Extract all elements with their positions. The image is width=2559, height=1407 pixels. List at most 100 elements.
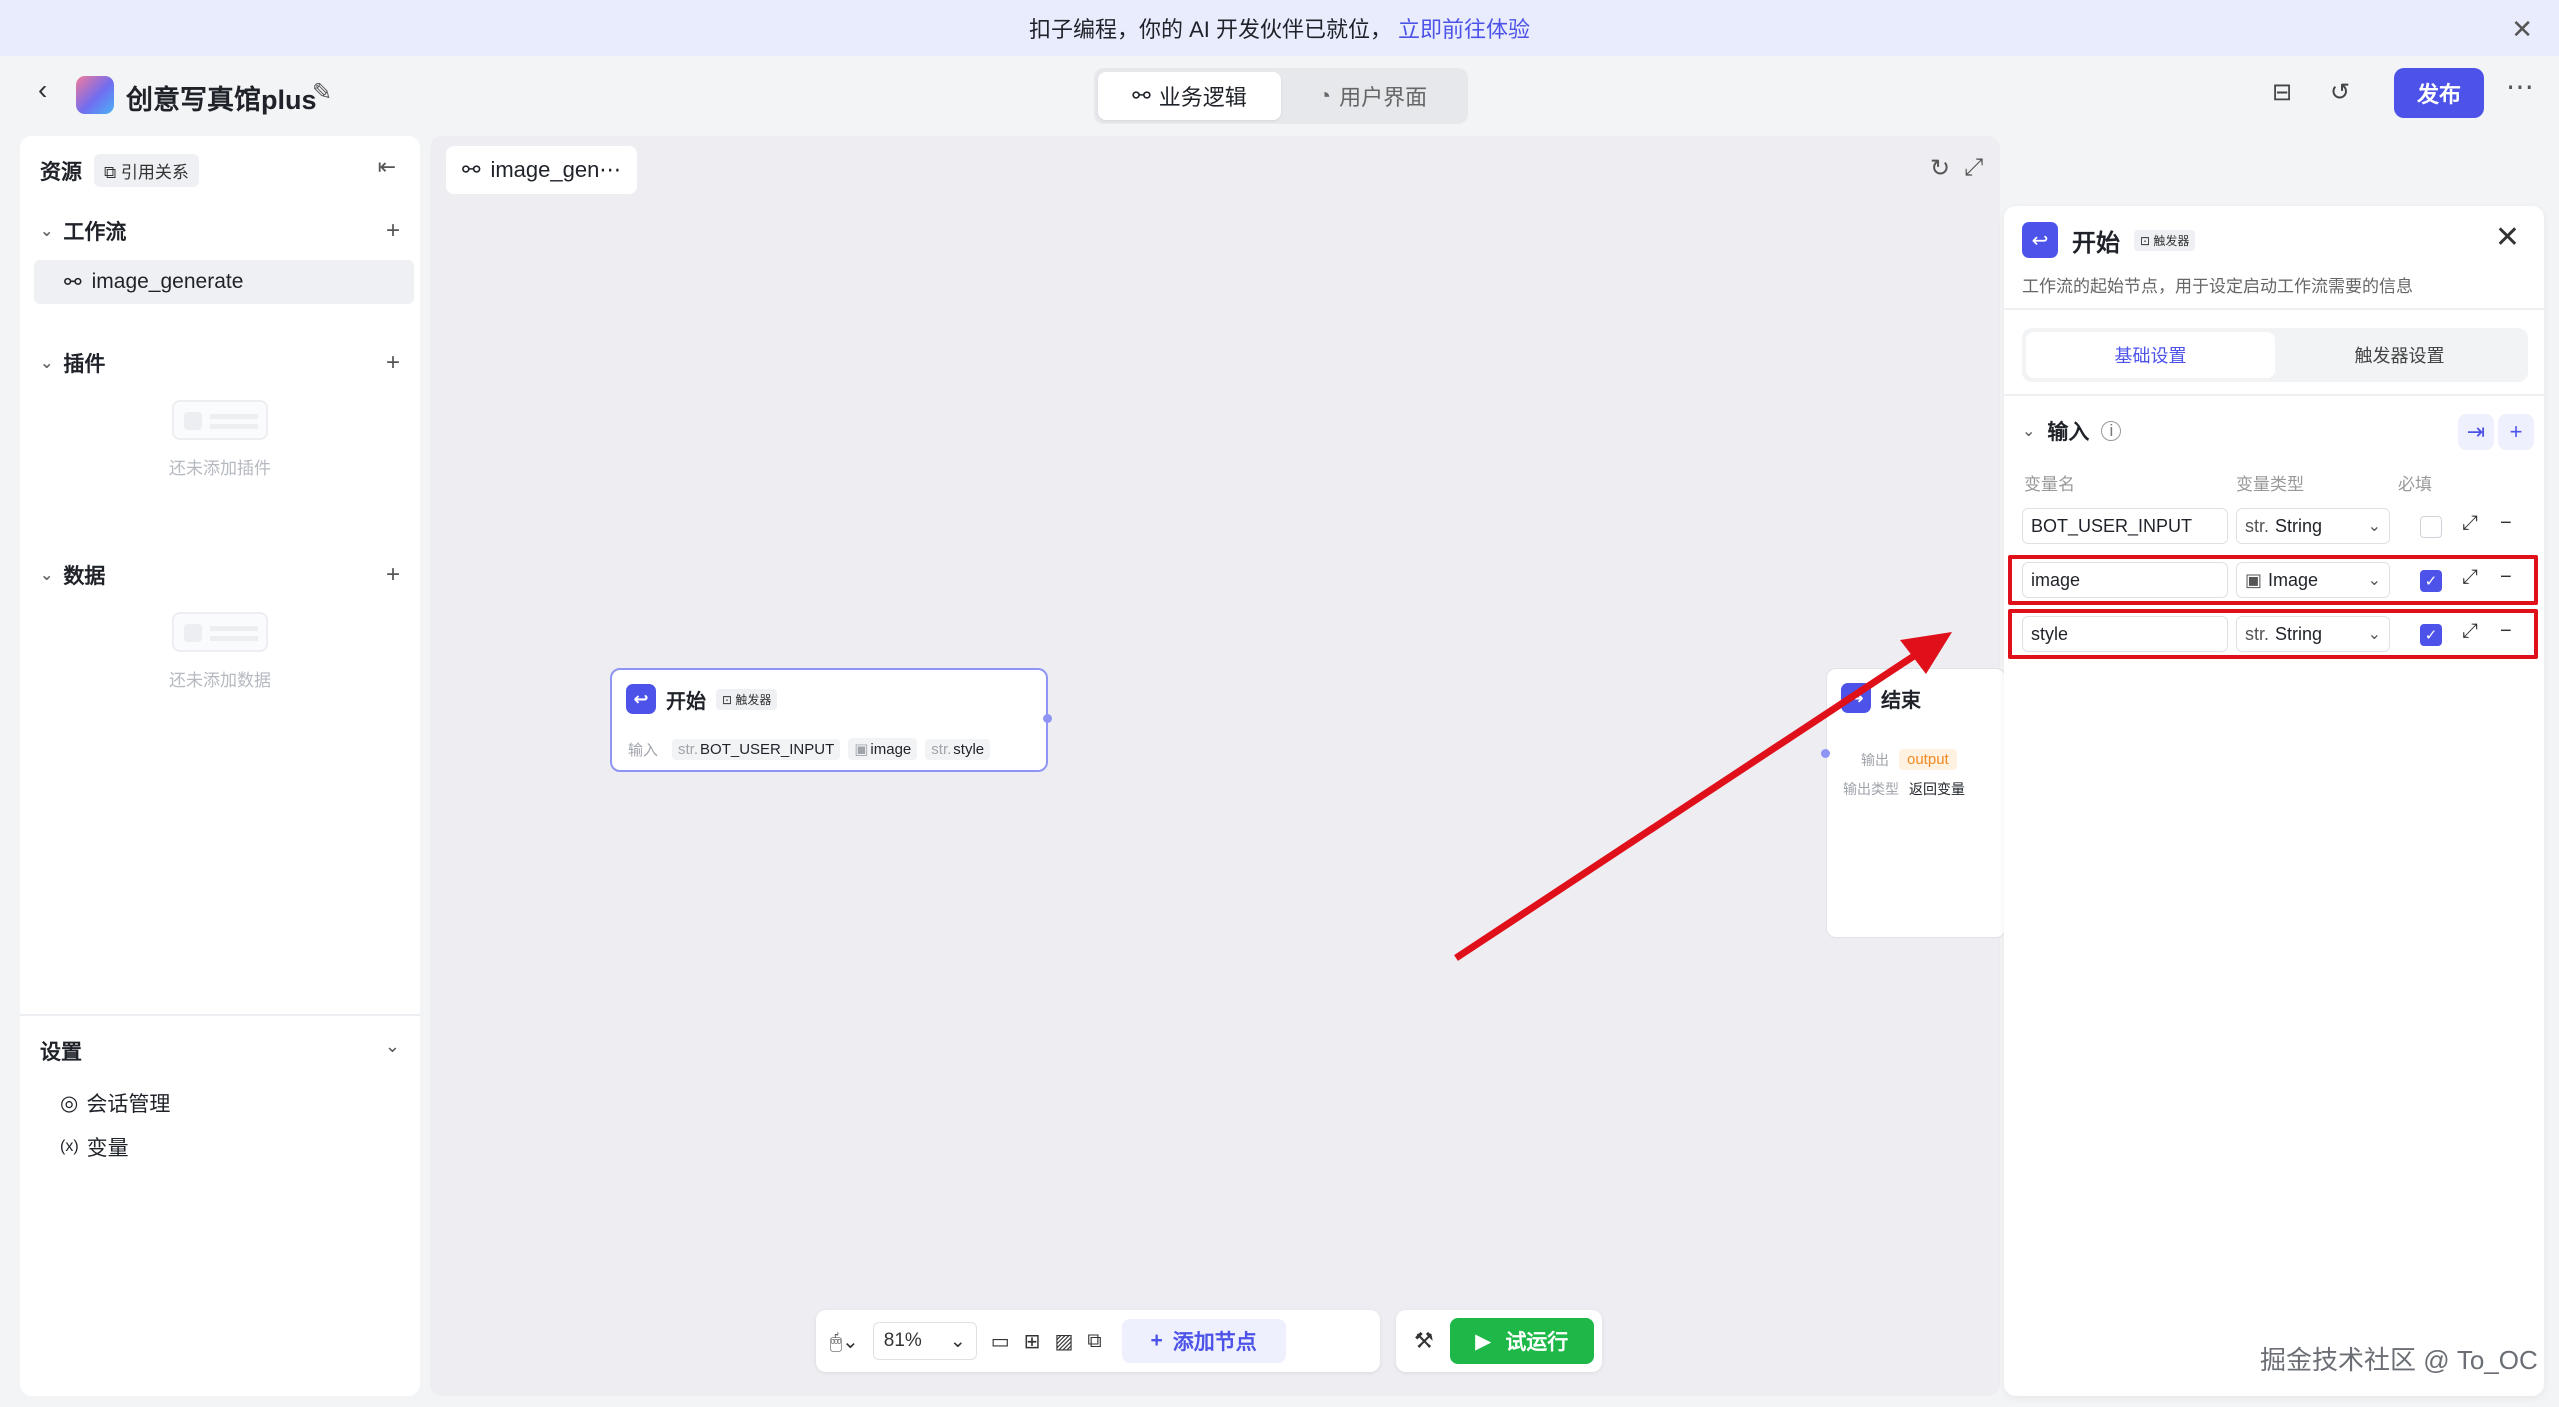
- fit-view-icon[interactable]: ⧉: [1087, 1330, 1101, 1353]
- required-checkbox[interactable]: [2420, 516, 2442, 538]
- end-node-header: ↪ 结束: [1841, 683, 1921, 713]
- zoom-select[interactable]: 81% ⌄: [872, 1322, 977, 1360]
- workflow-section: ⌄ 工作流 + ⚯ image_generate: [34, 216, 414, 304]
- add-plugin-icon[interactable]: +: [386, 349, 400, 377]
- workflow-icon: ⚯: [64, 270, 82, 294]
- col-header-required: 必填: [2398, 475, 2432, 494]
- input-section-header[interactable]: ⌄ 输入 i: [2022, 416, 2122, 446]
- tab-trigger-settings[interactable]: 触发器设置: [2275, 332, 2524, 378]
- chevron-down-icon: ⌄: [2022, 423, 2036, 440]
- play-icon: ▶: [1475, 1329, 1492, 1353]
- input-port[interactable]: [1821, 749, 1830, 758]
- add-workflow-icon[interactable]: +: [386, 217, 400, 245]
- plugin-section: ⌄ 插件 + 还未添加插件: [40, 348, 400, 479]
- output-pill: output: [1899, 749, 1957, 770]
- end-node-output-type: 输出类型 返回变量: [1843, 779, 1965, 799]
- variable-icon: (x): [60, 1138, 79, 1155]
- add-variable-button[interactable]: +: [2498, 414, 2534, 450]
- palette-icon: ◔: [1317, 83, 1332, 108]
- more-icon[interactable]: ⋯: [2506, 70, 2534, 103]
- tab-business-logic[interactable]: ⚯ 业务逻辑: [1098, 72, 1281, 120]
- info-icon[interactable]: i: [2101, 421, 2122, 441]
- tab-user-interface[interactable]: ◔ 用户界面: [1281, 72, 1464, 120]
- mouse-mode-icon[interactable]: 🖱⌄: [830, 1329, 859, 1354]
- settings-label: 设置: [40, 1041, 82, 1064]
- plugin-empty-text: 还未添加插件: [169, 459, 271, 478]
- add-node-button[interactable]: + 添加节点: [1121, 1319, 1286, 1363]
- start-node-title: 开始: [666, 690, 706, 713]
- notice-banner: 扣子编程，你的 AI 开发伙伴已就位， 立即前往体验 ✕: [0, 0, 2559, 56]
- layout-icon[interactable]: ⊞: [1024, 1329, 1041, 1354]
- collapse-sidebar-icon[interactable]: ⇤: [378, 154, 396, 180]
- variable-name-input[interactable]: BOT_USER_INPUT: [2022, 508, 2228, 544]
- resource-sidebar: 资源 ⧉ 引用关系 ⇤ ⌄ 工作流 + ⚯ image_generate ⌄ 插…: [20, 136, 420, 1396]
- settings-item-label: 变量: [86, 1137, 129, 1160]
- panel-header: ↩ 开始 ⊡ 触发器: [2022, 222, 2196, 258]
- plugin-section-header[interactable]: ⌄ 插件 +: [40, 348, 400, 378]
- close-icon[interactable]: ✕: [2511, 14, 2533, 45]
- start-node-icon: ↩: [626, 684, 656, 714]
- chevron-down-icon: ⌄: [2367, 518, 2381, 535]
- expand-icon[interactable]: ⤢: [1964, 154, 1983, 182]
- canvas-tab-label: image_gen⋯: [490, 157, 622, 182]
- archive-icon[interactable]: ⊟: [2272, 78, 2292, 107]
- input-pill: str. style: [925, 738, 991, 760]
- data-section-header[interactable]: ⌄ 数据 +: [40, 560, 400, 590]
- chevron-down-icon: ⌄: [40, 355, 54, 372]
- refresh-icon[interactable]: ↻: [1930, 154, 1950, 183]
- data-label: 数据: [63, 565, 106, 588]
- reference-button[interactable]: ⧉ 引用关系: [94, 154, 199, 187]
- test-run-button[interactable]: ▶ 试运行: [1449, 1318, 1594, 1364]
- workflow-icon: ⚯: [1132, 83, 1151, 108]
- workflow-section-header[interactable]: ⌄ 工作流 +: [40, 216, 400, 246]
- resources-title: 资源: [40, 160, 82, 184]
- history-icon[interactable]: ↺: [2330, 78, 2350, 107]
- input-pill: str. BOT_USER_INPUT: [672, 738, 841, 760]
- canvas-tab[interactable]: ⚯ image_gen⋯: [446, 146, 638, 194]
- back-icon[interactable]: ‹: [38, 74, 47, 106]
- chevron-down-icon: ⌄: [40, 567, 54, 584]
- output-port[interactable]: [1043, 714, 1052, 723]
- data-empty-text: 还未添加数据: [169, 671, 271, 690]
- input-section-label: 输入: [2047, 421, 2090, 444]
- input-label: 输入: [628, 741, 659, 759]
- debug-icon[interactable]: ⚒: [1414, 1328, 1434, 1354]
- col-header-type: 变量类型: [2236, 475, 2304, 494]
- tab-basic-settings[interactable]: 基础设置: [2026, 332, 2275, 378]
- edit-icon[interactable]: ✎: [312, 78, 332, 107]
- image-icon: ▣: [854, 741, 869, 758]
- settings-item-conversation[interactable]: ◎ 会话管理: [60, 1088, 170, 1118]
- add-node-label: 添加节点: [1172, 1331, 1257, 1354]
- banner-link[interactable]: 立即前往体验: [1398, 12, 1530, 44]
- canvas-toolbar: 🖱⌄ 81% ⌄ ▭ ⊞ ▨ ⧉ + 添加节点: [816, 1310, 1380, 1372]
- data-section: ⌄ 数据 + 还未添加数据: [40, 560, 400, 691]
- settings-header[interactable]: 设置 ⌄: [40, 1036, 400, 1066]
- plus-icon: +: [1150, 1329, 1163, 1352]
- settings-item-variables[interactable]: (x) 变量: [60, 1132, 129, 1162]
- end-node[interactable]: ↪ 结束 输出 output 输出类型 返回变量: [1821, 668, 2006, 938]
- start-node[interactable]: ↩ 开始 ⊡ 触发器 输入 str. BOT_USER_INPUT ▣ image …: [610, 668, 1052, 772]
- publish-button[interactable]: 发布: [2394, 68, 2484, 118]
- chevron-down-icon: ⌄: [40, 223, 54, 240]
- highlight-box: [2008, 609, 2538, 659]
- trigger-tag: ⊡ 触发器: [2134, 229, 2196, 251]
- test-run-label: 试运行: [1505, 1331, 1569, 1354]
- expand-icon[interactable]: ⤢: [2462, 512, 2478, 535]
- close-panel-icon[interactable]: ✕: [2495, 220, 2520, 255]
- import-icon[interactable]: ⇥: [2458, 414, 2494, 450]
- comment-icon[interactable]: ▭: [991, 1329, 1010, 1354]
- app-header: ‹ 创意写真馆plus ✎ ⚯ 业务逻辑 ◔ 用户界面 ⊟ ↺ 发布 ⋯: [0, 56, 2559, 134]
- minimap-icon[interactable]: ▨: [1054, 1329, 1073, 1354]
- workflow-label: 工作流: [63, 221, 127, 244]
- app-avatar: [76, 76, 114, 114]
- workflow-item-label: image_generate: [91, 270, 244, 293]
- tab-label: 业务逻辑: [1158, 85, 1247, 110]
- output-label: 输出: [1861, 751, 1889, 768]
- start-node-icon: ↩: [2022, 222, 2058, 258]
- add-data-icon[interactable]: +: [386, 561, 400, 589]
- banner-text: 扣子编程，你的 AI 开发伙伴已就位，: [1028, 17, 1392, 42]
- workflow-item[interactable]: ⚯ image_generate: [34, 260, 414, 304]
- variable-type-select[interactable]: str. String ⌄: [2236, 508, 2390, 544]
- workflow-canvas[interactable]: ⚯ image_gen⋯ ↻ ⤢ ↩ 开始 ⊡ 触发器 输入 str. BOT_U…: [430, 136, 2006, 1396]
- remove-icon[interactable]: −: [2500, 512, 2512, 535]
